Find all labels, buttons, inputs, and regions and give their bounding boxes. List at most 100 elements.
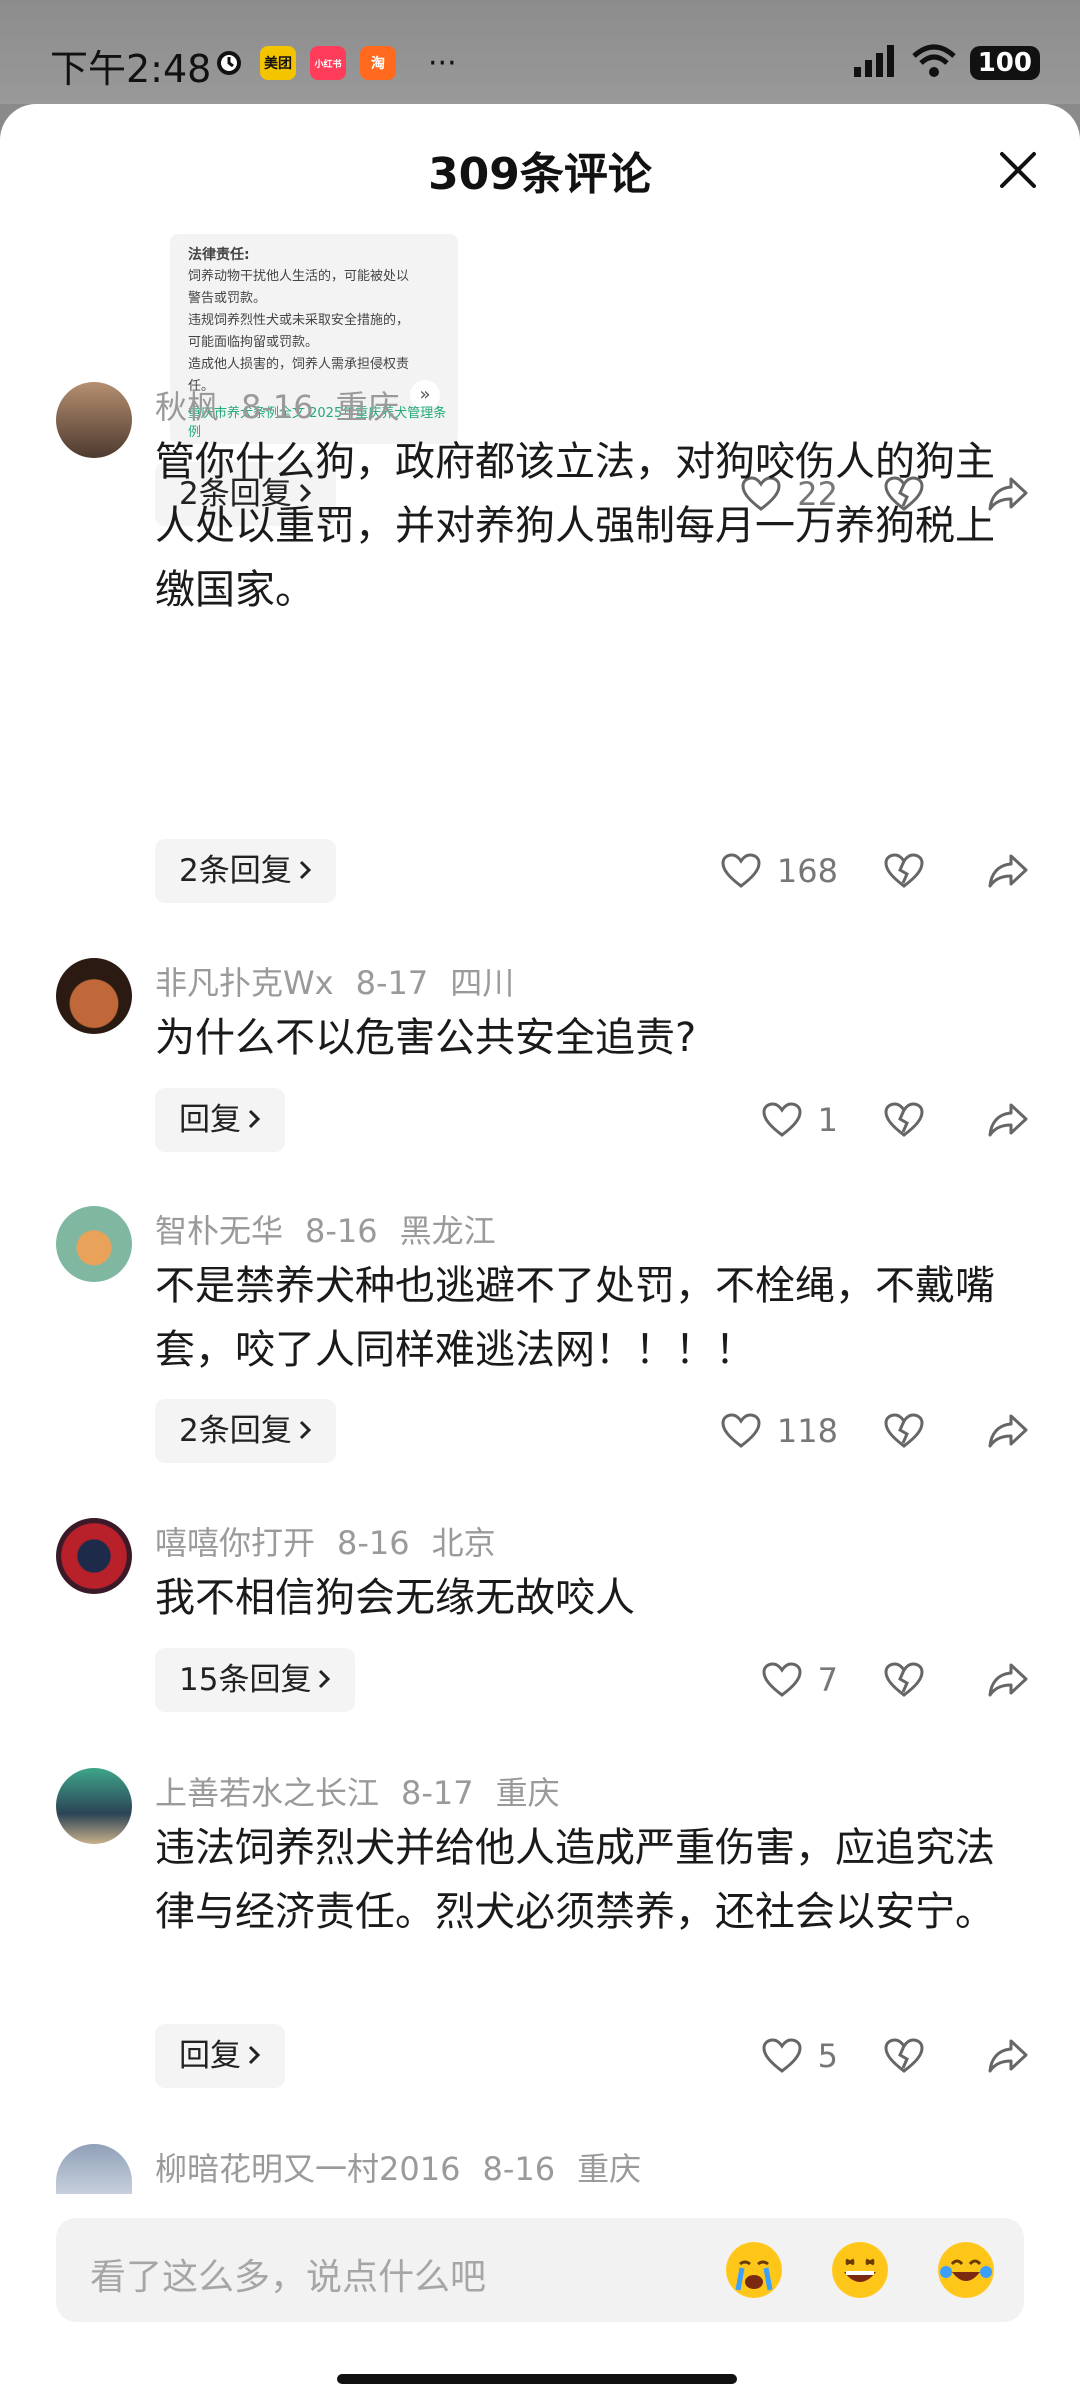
like-button[interactable]: 168 — [719, 849, 838, 893]
comment-date: 8-16 — [305, 1212, 378, 1250]
comment-actions: 5 — [760, 2024, 1030, 2088]
battery-indicator: 100 — [969, 46, 1040, 80]
preview-line: 违规饲养烈性犬或未采取安全措施的， — [188, 313, 410, 328]
preview-heading: 法律责任: — [188, 247, 250, 263]
comment-text: 为什么不以危害公共安全追责? — [155, 1015, 697, 1061]
signal-icon — [853, 45, 898, 81]
username[interactable]: 秋枫 — [155, 388, 219, 426]
user-avatar[interactable] — [56, 1206, 132, 1282]
wifi-icon — [912, 44, 956, 82]
share-button[interactable] — [986, 1658, 1030, 1702]
like-button[interactable]: 5 — [760, 2034, 838, 2078]
share-icon — [988, 2039, 1028, 2073]
comment-date: 8-16 — [337, 1524, 410, 1562]
dislike-button[interactable] — [882, 1098, 926, 1142]
reply-label: 回复 — [179, 1102, 241, 1138]
comment-meta: 嘻嘻你打开 8-16 北京 — [155, 1518, 518, 1564]
status-notifications: 美团 小红书 淘 ··· — [212, 44, 457, 82]
comment-meta: 柳暗花明又一村2016 8-16 重庆 — [155, 2144, 663, 2190]
share-button[interactable] — [986, 1409, 1030, 1453]
comment-input-placeholder: 看了这么多，说点什么吧 — [90, 2257, 487, 2298]
comment-actions: 1 — [760, 1088, 1030, 1152]
user-avatar[interactable] — [56, 1768, 132, 1844]
home-indicator[interactable] — [337, 2374, 737, 2384]
broken-heart-icon — [884, 1662, 924, 1697]
chevron-right-icon — [298, 839, 312, 903]
like-button[interactable]: 7 — [760, 1658, 838, 1702]
like-count: 5 — [817, 2037, 838, 2075]
comment-actions: 118 — [719, 1399, 1030, 1463]
reply-label: 2条回复 — [179, 853, 292, 889]
meituan-app-icon: 美团 — [260, 46, 296, 80]
dislike-button[interactable] — [882, 1658, 926, 1702]
share-icon — [988, 854, 1028, 888]
more-notifications-icon: ··· — [428, 45, 457, 81]
like-count: 1 — [817, 1101, 838, 1139]
comment-location: 北京 — [431, 1524, 496, 1562]
broken-heart-icon — [884, 1102, 924, 1137]
user-avatar[interactable] — [56, 1518, 132, 1594]
username[interactable]: 智朴无华 — [155, 1212, 283, 1250]
view-replies-button[interactable]: 回复 — [155, 1088, 285, 1152]
user-avatar[interactable] — [56, 2144, 132, 2194]
share-button[interactable] — [986, 849, 1030, 893]
reply-label: 15条回复 — [179, 1662, 312, 1698]
preview-line: 警告或罚款。 — [188, 291, 267, 306]
view-replies-button[interactable]: 回复 — [155, 2024, 285, 2088]
dislike-button[interactable] — [882, 849, 926, 893]
share-button[interactable] — [986, 1098, 1030, 1142]
status-time: 下午2:48 — [50, 47, 212, 91]
xiaohongshu-app-icon: 小红书 — [310, 46, 346, 80]
crying-emoji-icon[interactable] — [726, 2242, 782, 2298]
comment-date: 8-17 — [401, 1774, 474, 1812]
view-replies-button[interactable]: 2条回复 — [155, 1399, 336, 1463]
username[interactable]: 非凡扑克Wx — [155, 964, 334, 1002]
comment-location: 四川 — [450, 964, 515, 1002]
grinning-emoji-icon[interactable] — [832, 2242, 888, 2298]
username[interactable]: 嘻嘻你打开 — [155, 1524, 315, 1562]
user-avatar[interactable] — [56, 958, 132, 1034]
like-count: 118 — [776, 1412, 838, 1450]
comment-meta: 智朴无华 8-16 黑龙江 — [155, 1206, 518, 1252]
comment-location: 重庆 — [577, 2150, 642, 2188]
laughing-tears-emoji-icon[interactable] — [938, 2242, 994, 2298]
dislike-button[interactable] — [882, 1409, 926, 1453]
username[interactable]: 柳暗花明又一村2016 — [155, 2150, 460, 2188]
comment-meta: 非凡扑克Wx 8-17 四川 — [155, 958, 536, 1004]
chevron-right-icon — [317, 1648, 331, 1712]
preview-line: 可能面临拘留或罚款。 — [188, 335, 319, 350]
broken-heart-icon — [884, 2038, 924, 2073]
like-button[interactable]: 118 — [719, 1409, 838, 1453]
like-button[interactable]: 1 — [760, 1098, 838, 1142]
share-button[interactable] — [986, 2034, 1030, 2078]
comment-date: 8-16 — [482, 2150, 556, 2188]
preview-line: 饲养动物干扰他人生活的，可能被处以 — [188, 269, 410, 284]
broken-heart-icon — [884, 853, 924, 888]
like-count: 7 — [817, 1661, 838, 1699]
sheet-title: 309条评论 — [428, 149, 652, 200]
dislike-button[interactable] — [882, 2034, 926, 2078]
like-count: 168 — [776, 852, 838, 890]
share-icon — [988, 1663, 1028, 1697]
comment-text: 违法饲养烈犬并给他人造成严重伤害，应追究法律与经济责任。烈犬必须禁养，还社会以安… — [155, 1825, 995, 1935]
comment-location: 重庆 — [335, 388, 400, 426]
comment-actions: 168 — [719, 839, 1030, 903]
comment-input[interactable]: 看了这么多，说点什么吧 — [56, 2218, 1024, 2322]
chevron-right-icon — [247, 1088, 261, 1152]
view-replies-button[interactable]: 15条回复 — [155, 1648, 356, 1712]
chevron-right-icon — [247, 2024, 261, 2088]
quick-emoji-row — [726, 2242, 994, 2298]
broken-heart-icon — [884, 1413, 924, 1448]
close-button[interactable] — [996, 148, 1040, 192]
comment-actions: 7 — [760, 1648, 1030, 1712]
heart-icon — [760, 1658, 804, 1702]
heart-icon — [719, 849, 763, 893]
close-icon — [1000, 152, 1036, 188]
status-bar: 下午2:48 美团 小红书 淘 ··· 100 — [0, 0, 1080, 104]
username[interactable]: 上善若水之长江 — [155, 1774, 379, 1812]
user-avatar[interactable] — [56, 382, 132, 458]
reply-label: 回复 — [179, 2038, 241, 2074]
comment-date: 8-17 — [355, 964, 429, 1002]
view-replies-button[interactable]: 2条回复 — [155, 839, 336, 903]
taobao-app-icon: 淘 — [360, 46, 396, 80]
